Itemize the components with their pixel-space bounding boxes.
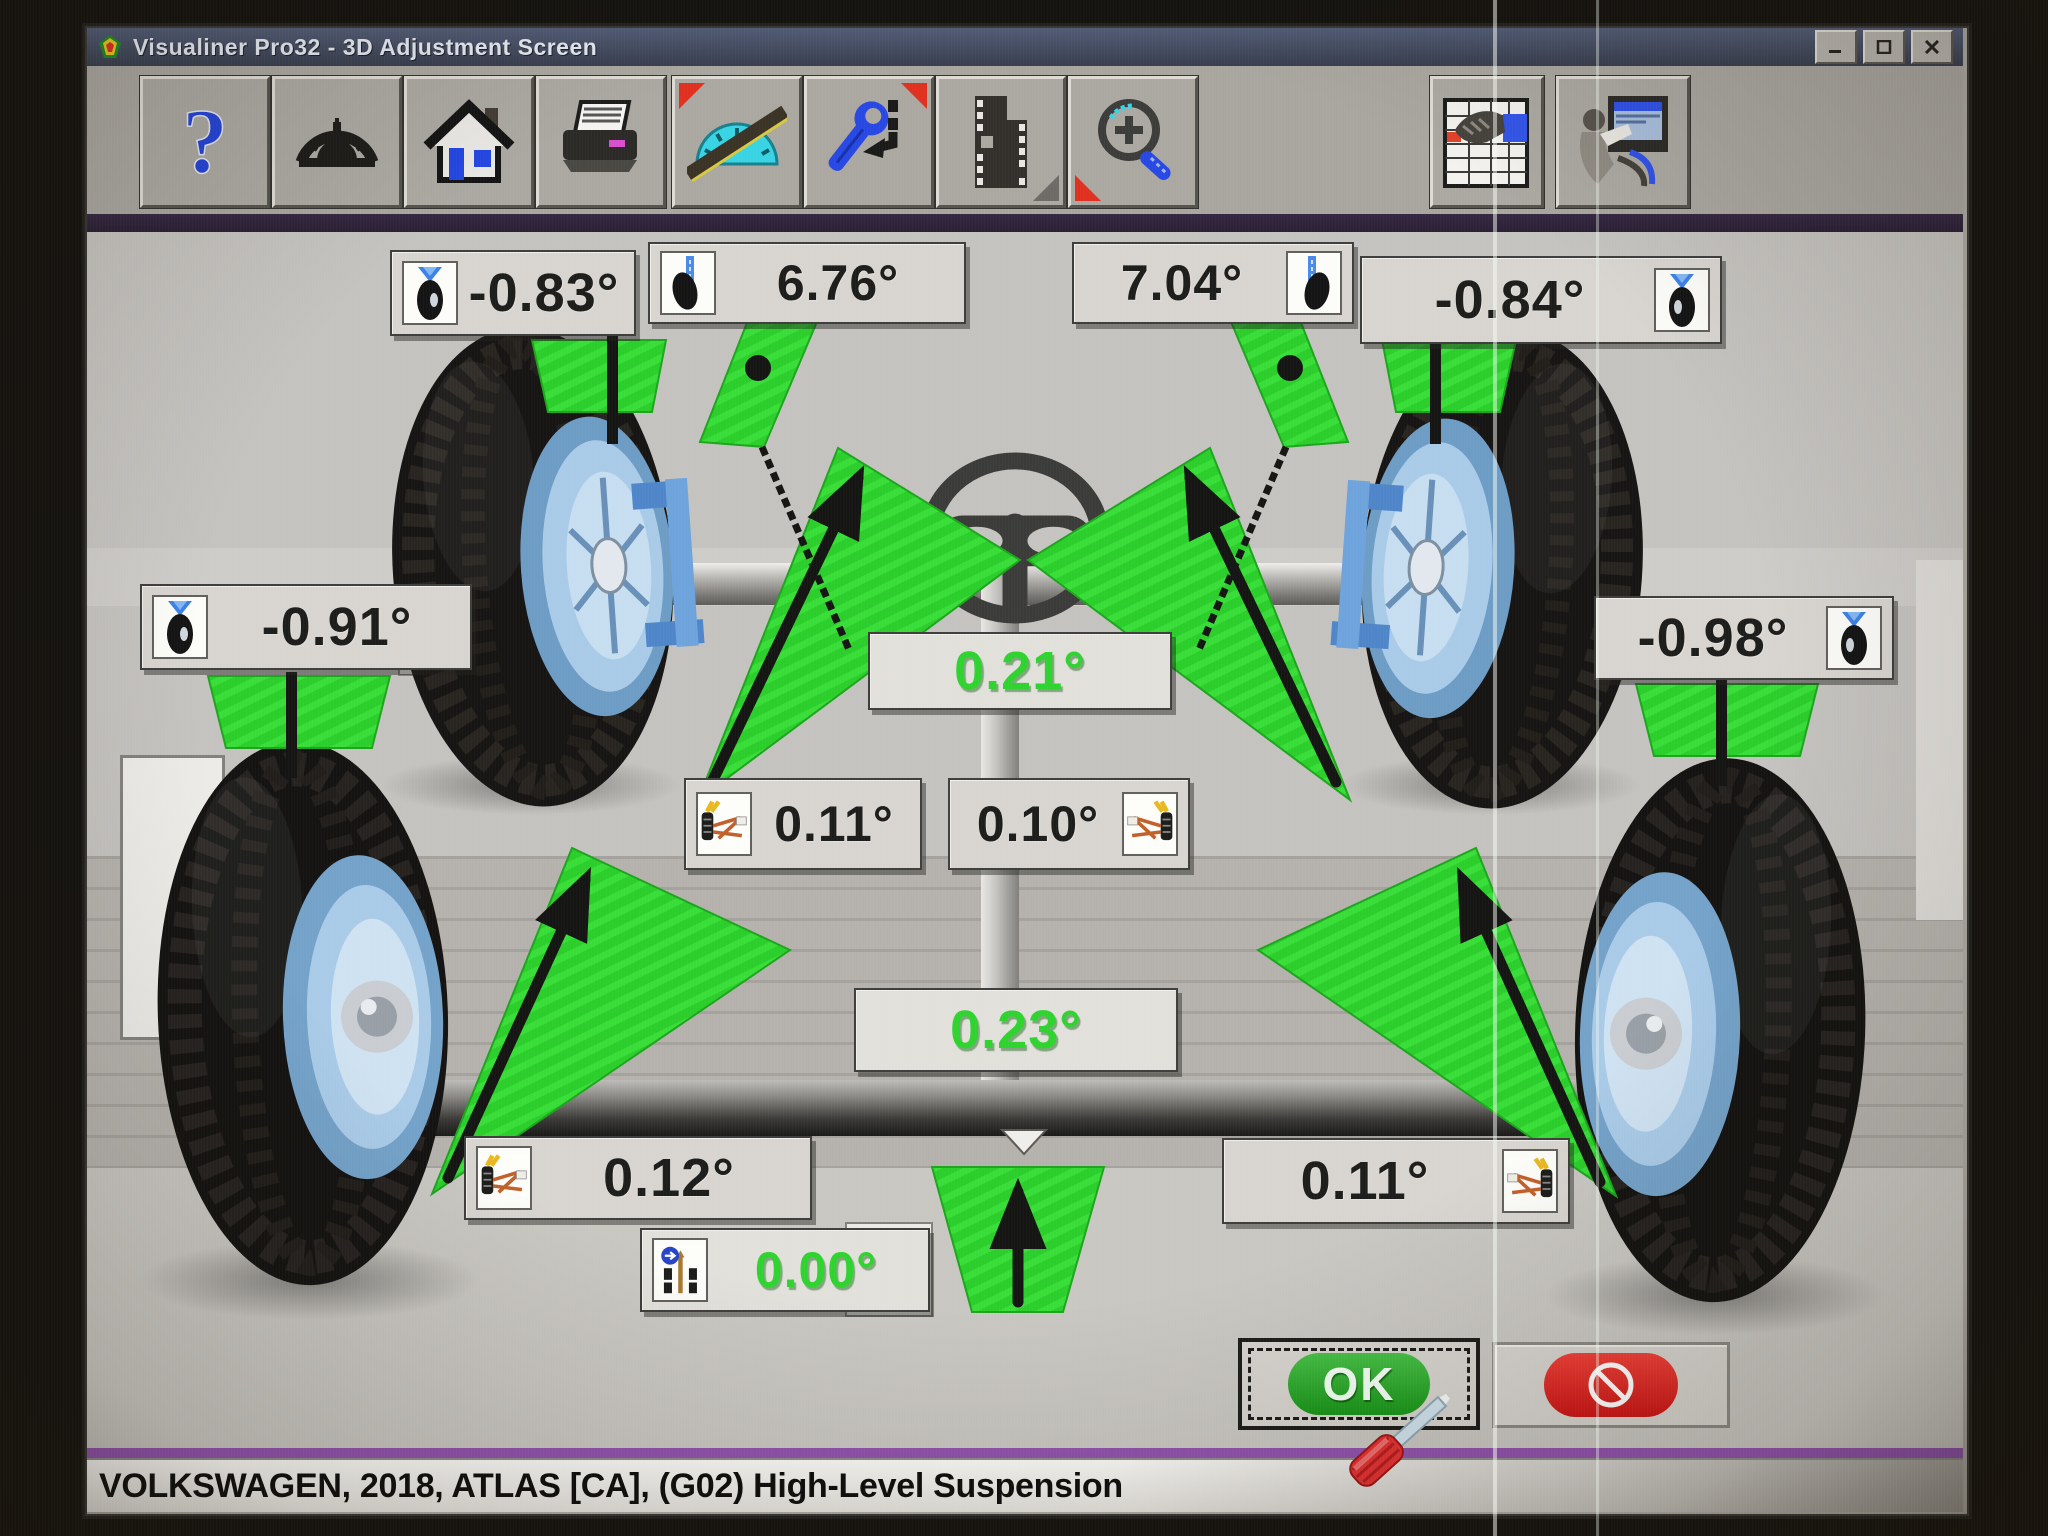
red-corner-badge xyxy=(679,83,705,109)
toolbar-separator xyxy=(87,214,1963,232)
title-bar: Visualiner Pro32 - 3D Adjustment Screen xyxy=(87,28,1963,66)
print-button[interactable] xyxy=(536,76,666,208)
front-total-toe-box: 0.21° xyxy=(868,632,1172,710)
zoom-button[interactable] xyxy=(1068,76,1198,208)
front-left-toe-value: 0.11° xyxy=(758,795,910,853)
minimize-button[interactable] xyxy=(1815,30,1857,64)
front-right-camber-value: -0.84° xyxy=(1372,269,1648,331)
suspension-icon xyxy=(476,1146,532,1210)
status-separator xyxy=(87,1448,1963,1458)
meter-button[interactable] xyxy=(272,76,402,208)
rear-right-toe-value: 0.11° xyxy=(1234,1150,1496,1212)
rear-left-toe-box: 0.12° xyxy=(464,1136,812,1220)
rear-right-wheel xyxy=(1548,747,1878,1322)
front-right-toe-value: 0.10° xyxy=(960,795,1116,853)
rear-right-camber-value: -0.98° xyxy=(1606,607,1820,669)
suspension-icon xyxy=(696,792,752,856)
front-left-caster-box: 6.76° xyxy=(648,242,966,324)
printer-icon xyxy=(551,96,651,188)
rear-axle-bar xyxy=(400,1080,1670,1136)
front-left-caster-value: 6.76° xyxy=(722,254,954,312)
rear-left-wheel xyxy=(145,730,475,1305)
suspension-icon xyxy=(1122,792,1178,856)
camber-tire-icon xyxy=(402,261,458,325)
front-right-camber-box: -0.84° xyxy=(1360,256,1722,344)
question-mark-icon: ? xyxy=(157,92,253,192)
aligner-console-icon xyxy=(1568,90,1678,194)
suspension-icon xyxy=(1502,1149,1558,1213)
rear-left-camber-value: -0.91° xyxy=(214,596,460,658)
rear-right-toe-box: 0.11° xyxy=(1222,1138,1570,1224)
help-button[interactable]: ? xyxy=(140,76,270,208)
front-total-toe-value: 0.21° xyxy=(880,640,1160,702)
front-right-caster-box: 7.04° xyxy=(1072,242,1354,324)
rear-left-camber-box: -0.91° xyxy=(140,584,472,670)
spec-table-hand-icon xyxy=(1439,92,1535,192)
equipment-button[interactable] xyxy=(1556,76,1690,208)
thrust-angle-box: 0.00° xyxy=(640,1228,930,1312)
cancel-button[interactable] xyxy=(1492,1342,1730,1428)
caster-tire-icon xyxy=(660,251,716,315)
front-left-camber-box: -0.83° xyxy=(390,250,636,336)
app-logo-icon xyxy=(97,34,123,60)
video-button[interactable] xyxy=(936,76,1066,208)
rear-total-toe-box: 0.23° xyxy=(854,988,1178,1072)
rear-right-camber-box: -0.98° xyxy=(1594,596,1894,680)
front-left-camber-value: -0.83° xyxy=(464,262,624,324)
svg-text:?: ? xyxy=(182,92,228,192)
home-icon xyxy=(419,94,519,190)
steering-wheel-icon xyxy=(908,438,1122,643)
gray-corner-badge xyxy=(1033,175,1059,201)
window-controls xyxy=(1815,30,1953,64)
camber-tire-icon xyxy=(1826,606,1882,670)
status-bar: VOLKSWAGEN, 2018, ATLAS [CA], (G02) High… xyxy=(87,1458,1963,1512)
home-button[interactable] xyxy=(404,76,534,208)
measure-button[interactable] xyxy=(672,76,802,208)
camber-tire-icon xyxy=(152,595,208,659)
red-corner-badge xyxy=(1075,175,1101,201)
maximize-button[interactable] xyxy=(1863,30,1905,64)
monitor-photo: Visualiner Pro32 - 3D Adjustment Screen … xyxy=(0,0,2048,1536)
close-button[interactable] xyxy=(1911,30,1953,64)
rear-total-toe-value: 0.23° xyxy=(866,999,1166,1061)
camber-tire-icon xyxy=(1654,268,1710,332)
gauge-icon xyxy=(287,96,387,188)
adjust-button[interactable] xyxy=(804,76,934,208)
front-right-caster-value: 7.04° xyxy=(1084,254,1280,312)
caster-tire-icon xyxy=(1286,251,1342,315)
red-corner-badge xyxy=(901,83,927,109)
front-right-toe-box: 0.10° xyxy=(948,778,1190,870)
thrust-angle-icon xyxy=(652,1238,708,1302)
thrust-angle-value: 0.00° xyxy=(714,1241,918,1299)
vehicle-spec-text: VOLKSWAGEN, 2018, ATLAS [CA], (G02) High… xyxy=(99,1467,1123,1506)
specs-button[interactable] xyxy=(1430,76,1544,208)
front-left-toe-box: 0.11° xyxy=(684,778,922,870)
screwdriver-cursor-icon xyxy=(1330,1392,1460,1517)
window-title: Visualiner Pro32 - 3D Adjustment Screen xyxy=(133,34,597,61)
rack-rail-right xyxy=(1916,560,1963,920)
rear-left-toe-value: 0.12° xyxy=(538,1147,800,1209)
no-symbol-icon xyxy=(1544,1353,1678,1417)
